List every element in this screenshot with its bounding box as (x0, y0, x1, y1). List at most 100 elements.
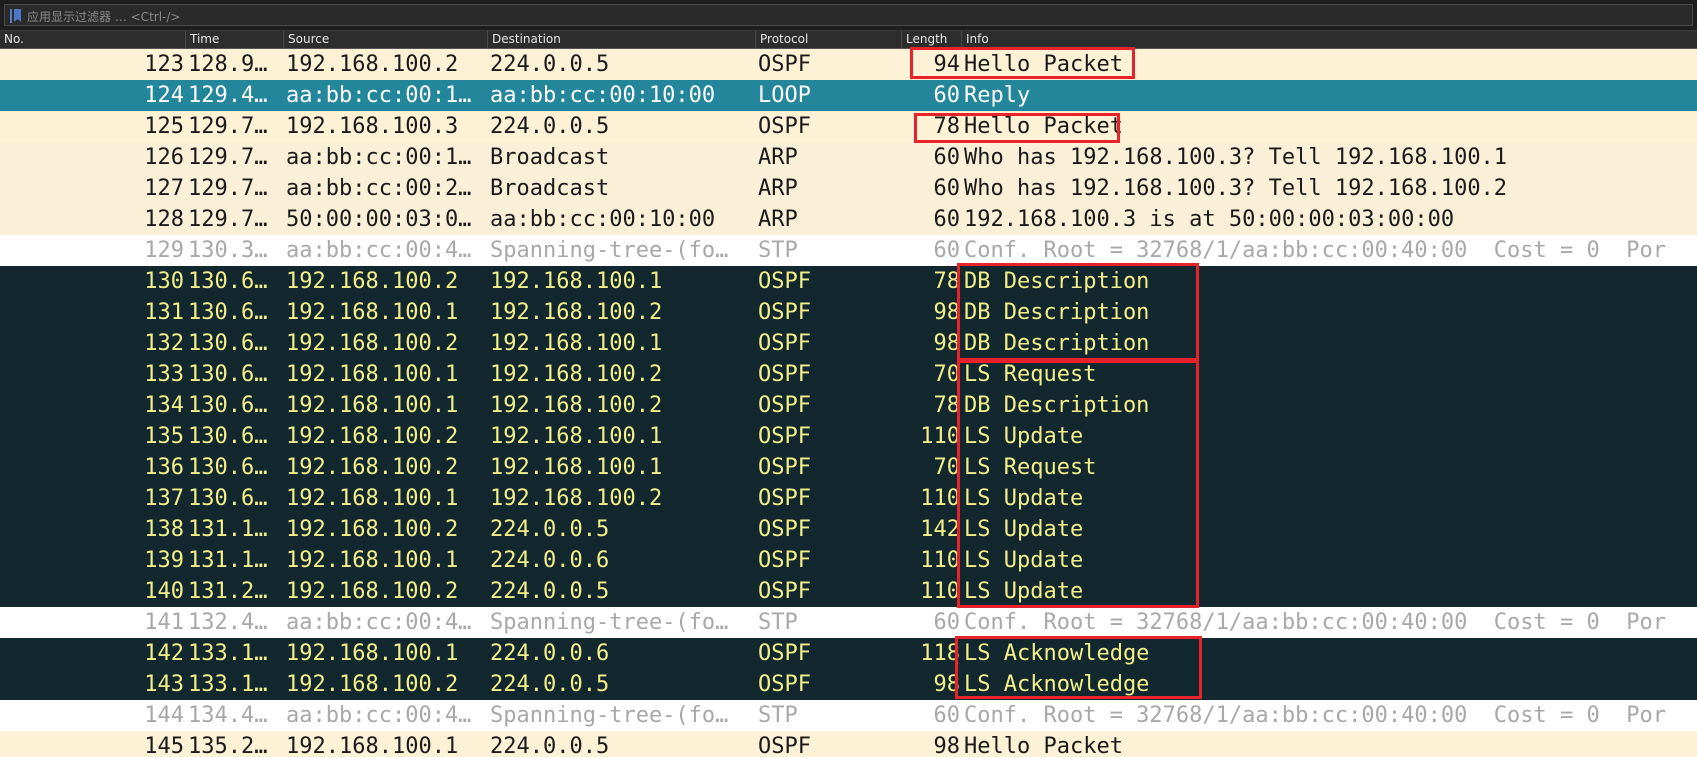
packet-time: 129.7… (188, 114, 268, 139)
packet-source: 192.168.100.2 (286, 269, 459, 294)
packet-info: LS Acknowledge (964, 641, 1150, 666)
packet-protocol: OSPF (758, 517, 811, 542)
packet-row[interactable]: 130 130.6… 192.168.100.2 192.168.100.1 OSPF 7… (0, 266, 1697, 297)
packet-no: 127 (144, 176, 184, 201)
packet-length: 70 (933, 362, 961, 387)
column-header-no[interactable]: No. (0, 31, 186, 48)
packet-no: 145 (144, 734, 184, 757)
packet-destination: 192.168.100.2 (490, 486, 663, 511)
packet-length: 94 (933, 52, 961, 77)
packet-destination: Spanning-tree-(fo… (490, 610, 729, 635)
packet-destination: Spanning-tree-(fo… (490, 703, 729, 728)
packet-no: 140 (144, 579, 184, 604)
packet-row[interactable]: 134 130.6… 192.168.100.1 192.168.100.2 OSPF 7… (0, 390, 1697, 421)
packet-length: 98 (933, 672, 961, 697)
column-header-length[interactable]: Length (902, 31, 962, 48)
packet-no: 128 (144, 207, 184, 232)
packet-info: LS Update (964, 548, 1084, 573)
packet-destination: aa:bb:cc:00:10:00 (490, 83, 716, 108)
packet-time: 131.1… (188, 517, 268, 542)
packet-row[interactable]: 127 129.7… aa:bb:cc:00:2… Broadcast ARP 60 Who… (0, 173, 1697, 204)
bookmark-icon[interactable] (10, 9, 22, 23)
packet-no: 131 (144, 300, 184, 325)
packet-list: 123 128.9… 192.168.100.2 224.0.0.5 OSPF 94 Hel… (0, 49, 1697, 757)
packet-length: 78 (933, 269, 961, 294)
packet-no: 144 (144, 703, 184, 728)
packet-row[interactable]: 128 129.7… 50:00:00:03:0… aa:bb:cc:00:10:00… (0, 204, 1697, 235)
packet-length: 60 (933, 703, 961, 728)
packet-row[interactable]: 135 130.6… 192.168.100.2 192.168.100.1 OSPF 1… (0, 421, 1697, 452)
packet-time: 134.4… (188, 703, 268, 728)
packet-row[interactable]: 142 133.1… 192.168.100.1 224.0.0.6 OSPF 118 LS… (0, 638, 1697, 669)
packet-source: 192.168.100.2 (286, 455, 459, 480)
packet-protocol: OSPF (758, 300, 811, 325)
packet-destination: Spanning-tree-(fo… (490, 238, 729, 263)
packet-row[interactable]: 129 130.3… aa:bb:cc:00:4… Spanning-tree-(fo… (0, 235, 1697, 266)
packet-row[interactable]: 132 130.6… 192.168.100.2 192.168.100.1 OSPF 9… (0, 328, 1697, 359)
packet-row[interactable]: 137 130.6… 192.168.100.1 192.168.100.2 OSPF 1… (0, 483, 1697, 514)
packet-time: 131.1… (188, 548, 268, 573)
packet-protocol: OSPF (758, 424, 811, 449)
packet-destination: 224.0.0.5 (490, 579, 610, 604)
packet-info: LS Request (964, 362, 1097, 387)
packet-time: 135.2… (188, 734, 268, 757)
packet-row[interactable]: 138 131.1… 192.168.100.2 224.0.0.5 OSPF 142 LS… (0, 514, 1697, 545)
packet-info: LS Update (964, 517, 1084, 542)
packet-row-selected[interactable]: 124 129.4… aa:bb:cc:00:1… aa:bb:cc:00:10:00… (0, 80, 1697, 111)
packet-source: 192.168.100.2 (286, 579, 459, 604)
packet-protocol: STP (758, 610, 798, 635)
packet-source: 192.168.100.1 (286, 362, 459, 387)
packet-row[interactable]: 126 129.7… aa:bb:cc:00:1… Broadcast ARP 60 Who… (0, 142, 1697, 173)
packet-row[interactable]: 123 128.9… 192.168.100.2 224.0.0.5 OSPF 94 Hel… (0, 49, 1697, 80)
packet-row[interactable]: 140 131.2… 192.168.100.2 224.0.0.5 OSPF 110 LS… (0, 576, 1697, 607)
packet-row[interactable]: 145 135.2… 192.168.100.1 224.0.0.5 OSPF 98 Hel… (0, 731, 1697, 757)
packet-row[interactable]: 136 130.6… 192.168.100.2 192.168.100.1 OSPF 7… (0, 452, 1697, 483)
packet-source: aa:bb:cc:00:4… (286, 703, 472, 728)
packet-protocol: OSPF (758, 672, 811, 697)
packet-source: 192.168.100.1 (286, 734, 459, 757)
packet-row[interactable]: 125 129.7… 192.168.100.3 224.0.0.5 OSPF 78 Hel… (0, 111, 1697, 142)
packet-source: 192.168.100.1 (286, 486, 459, 511)
packet-protocol: OSPF (758, 393, 811, 418)
packet-length: 60 (933, 176, 961, 201)
packet-no: 125 (144, 114, 184, 139)
packet-destination: 192.168.100.2 (490, 393, 663, 418)
packet-source: 192.168.100.1 (286, 548, 459, 573)
packet-row[interactable]: 139 131.1… 192.168.100.1 224.0.0.6 OSPF 110 LS… (0, 545, 1697, 576)
packet-protocol: OSPF (758, 269, 811, 294)
packet-source: 192.168.100.2 (286, 52, 459, 77)
packet-row[interactable]: 133 130.6… 192.168.100.1 192.168.100.2 OSPF 7… (0, 359, 1697, 390)
packet-info: Who has 192.168.100.3? Tell 192.168.100.… (964, 145, 1508, 170)
display-filter-placeholder: 应用显示过滤器 … <Ctrl-/> (27, 10, 181, 24)
packet-row[interactable]: 143 133.1… 192.168.100.2 224.0.0.5 OSPF 98 LS … (0, 669, 1697, 700)
packet-length: 60 (933, 610, 961, 635)
packet-row[interactable]: 144 134.4… aa:bb:cc:00:4… Spanning-tree-(fo… (0, 700, 1697, 731)
packet-destination: 192.168.100.1 (490, 269, 663, 294)
column-header-protocol[interactable]: Protocol (756, 31, 902, 48)
packet-source: aa:bb:cc:00:4… (286, 610, 472, 635)
column-header-time[interactable]: Time (186, 31, 284, 48)
packet-no: 124 (144, 83, 184, 108)
packet-length: 78 (933, 114, 961, 139)
packet-destination: 192.168.100.1 (490, 331, 663, 356)
packet-info: Conf. Root = 32768/1/aa:bb:cc:00:40:00 C… (964, 238, 1666, 263)
packet-row[interactable]: 141 132.4… aa:bb:cc:00:4… Spanning-tree-(fo… (0, 607, 1697, 638)
packet-destination: 224.0.0.5 (490, 734, 610, 757)
packet-no: 143 (144, 672, 184, 697)
packet-no: 138 (144, 517, 184, 542)
packet-row[interactable]: 131 130.6… 192.168.100.1 192.168.100.2 OSPF 9… (0, 297, 1697, 328)
column-header-destination[interactable]: Destination (488, 31, 756, 48)
packet-protocol: OSPF (758, 548, 811, 573)
packet-protocol: OSPF (758, 455, 811, 480)
packet-protocol: OSPF (758, 641, 811, 666)
column-header-source[interactable]: Source (284, 31, 488, 48)
packet-length: 60 (933, 83, 961, 108)
packet-protocol: OSPF (758, 114, 811, 139)
packet-source: 50:00:00:03:0… (286, 207, 472, 232)
column-header-info[interactable]: Info (962, 31, 1697, 48)
display-filter-input[interactable]: 应用显示过滤器 … <Ctrl-/> (4, 4, 1693, 26)
packet-source: 192.168.100.3 (286, 114, 459, 139)
packet-info: DB Description (964, 393, 1150, 418)
packet-source: 192.168.100.2 (286, 517, 459, 542)
packet-time: 132.4… (188, 610, 268, 635)
